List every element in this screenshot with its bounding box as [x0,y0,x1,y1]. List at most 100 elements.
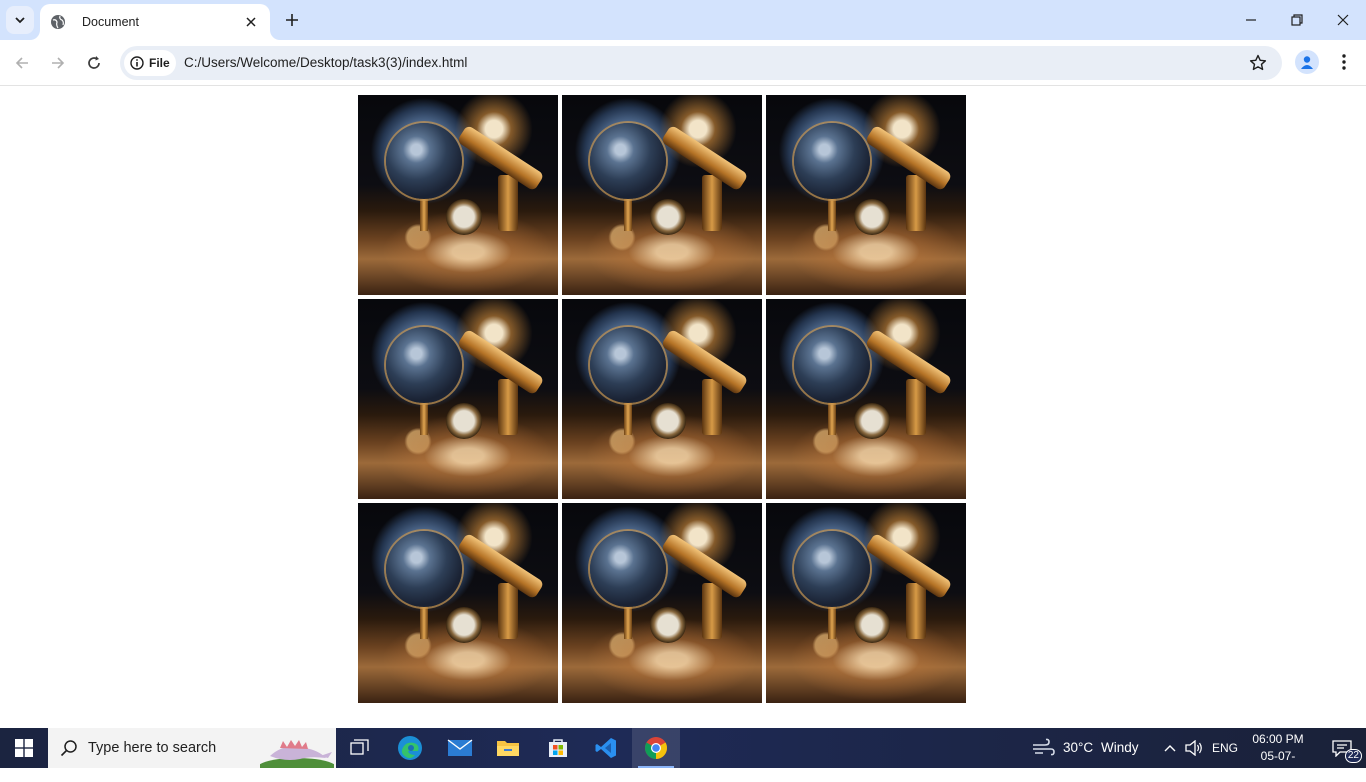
compass-icon [446,403,482,439]
globe-stand [420,399,428,435]
globe-icon [386,123,462,199]
plus-icon [286,14,298,26]
globe-icon [386,531,462,607]
arrow-right-icon [52,57,65,69]
taskbar: Type here to search 30°C Windy ENG 06:00 [0,728,1366,780]
compass-icon [446,199,482,235]
globe-icon [794,531,870,607]
astronomy-still-life [766,299,966,499]
arrow-left-icon [15,57,28,69]
astronomy-still-life [766,503,966,703]
telescope-stand [906,175,926,231]
minimize-icon [1246,19,1256,21]
wind-weather-icon [1033,738,1055,756]
astronomy-still-life [562,95,762,295]
clock[interactable]: 06:00 PM 05-07-2024 [1248,731,1308,782]
astronomy-still-life [358,299,558,499]
menu-button[interactable] [1332,50,1356,74]
volume-button[interactable] [1182,728,1206,768]
telescope-stand [702,583,722,639]
close-window-button[interactable] [1320,0,1366,40]
reload-button[interactable] [78,47,110,79]
show-hidden-icons-button[interactable] [1158,728,1182,768]
globe-icon [794,327,870,403]
info-icon [130,56,144,70]
taskbar-search[interactable]: Type here to search [48,728,336,768]
globe-stand [828,195,836,231]
chevron-up-icon [1164,745,1176,752]
chrome-icon [645,737,667,759]
globe-stand [624,195,632,231]
minimize-button[interactable] [1228,0,1274,40]
dinosaur-illustration-icon [260,740,334,768]
restore-button[interactable] [1274,0,1320,40]
windows-logo-icon [15,739,33,757]
telescope-stand [498,583,518,639]
edge-icon [398,736,422,760]
globe-icon [386,327,462,403]
new-tab-button[interactable] [280,8,304,32]
globe-stand [420,603,428,639]
weather-temp[interactable]: 30°C [1063,740,1093,755]
globe-stand [420,195,428,231]
chevron-down-icon [15,17,25,24]
store-taskbar-button[interactable] [534,728,582,768]
back-button[interactable] [6,47,38,79]
bookmark-button[interactable] [1248,53,1268,73]
globe-stand [624,399,632,435]
profile-button[interactable] [1295,50,1319,74]
star-icon [1249,54,1267,71]
file-explorer-taskbar-button[interactable] [484,728,532,768]
url-text[interactable]: C:/Users/Welcome/Desktop/task3(3)/index.… [184,55,467,70]
astronomy-still-life [766,95,966,295]
address-bar[interactable]: File C:/Users/Welcome/Desktop/task3(3)/i… [120,46,1282,80]
globe-stand [828,603,836,639]
vscode-taskbar-button[interactable] [582,728,630,768]
compass-icon [650,199,686,235]
telescope-stand [906,583,926,639]
vscode-icon [595,738,616,758]
notifications-button[interactable]: 22 [1318,728,1366,768]
globe-stand [828,399,836,435]
edge-taskbar-button[interactable] [386,728,434,768]
clock-date: 05-07-2024 [1260,749,1296,780]
compass-icon [854,199,890,235]
notification-count: 22 [1344,749,1362,763]
close-tab-button[interactable] [242,13,260,31]
mail-taskbar-button[interactable] [436,728,484,768]
weather-condition[interactable]: Windy [1101,740,1139,755]
close-icon [1337,14,1349,26]
telescope-stand [498,175,518,231]
browser-toolbar: File C:/Users/Welcome/Desktop/task3(3)/i… [0,40,1366,86]
astronomy-still-life [358,95,558,295]
telescope-stand [906,379,926,435]
language-indicator[interactable]: ENG [1212,741,1238,755]
reload-icon [88,56,100,69]
globe-icon [590,327,666,403]
astronomy-still-life [358,503,558,703]
close-icon [246,17,256,27]
restore-icon [1291,14,1303,26]
compass-icon [650,607,686,643]
page-content [0,87,1366,728]
telescope-stand [702,175,722,231]
speaker-icon [1185,740,1202,756]
start-button[interactable] [0,728,48,768]
tab-document[interactable]: Document [40,4,270,40]
folder-icon [497,741,519,756]
globe-icon [590,123,666,199]
task-view-button[interactable] [336,728,384,768]
person-icon [1301,56,1313,69]
globe-icon [590,531,666,607]
globe-icon [794,123,870,199]
forward-button[interactable] [42,47,74,79]
telescope-stand [498,379,518,435]
mail-icon [447,739,473,756]
astronomy-still-life [562,503,762,703]
compass-icon [446,607,482,643]
task-view-icon [350,739,369,755]
astronomy-still-life [562,299,762,499]
site-info-chip[interactable]: File [124,50,176,76]
chrome-taskbar-button[interactable] [632,728,680,768]
image-grid [358,95,966,703]
